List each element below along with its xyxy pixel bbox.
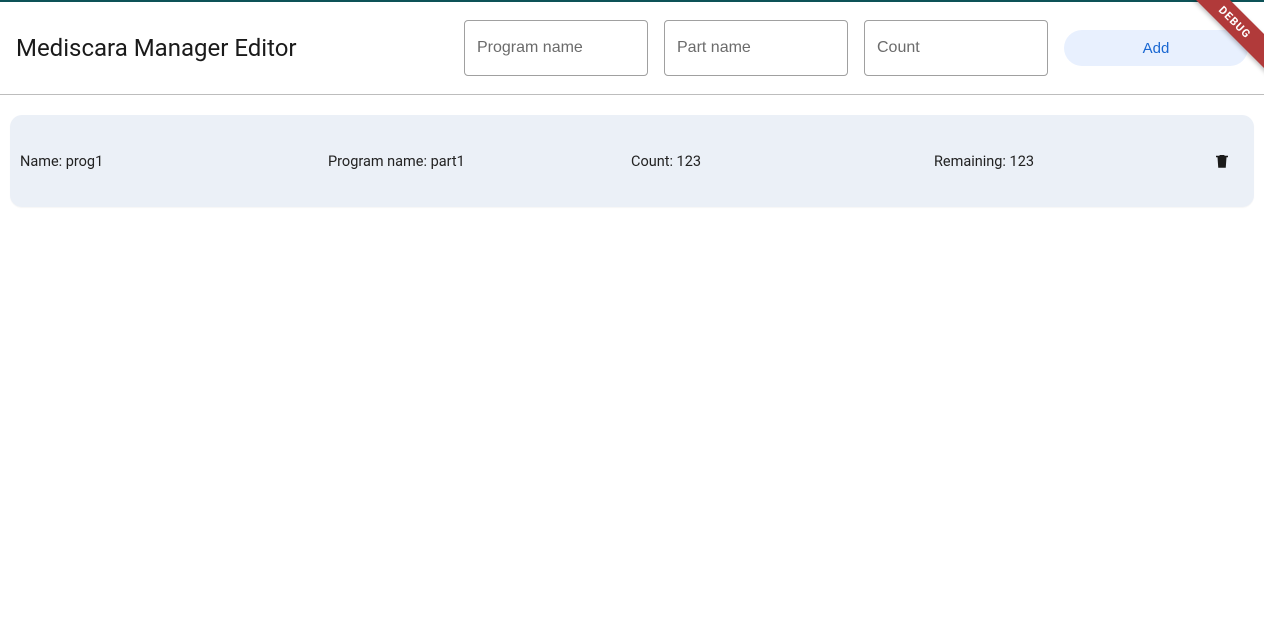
part-name-input[interactable] xyxy=(664,20,848,76)
row-program-label: Program name: part1 xyxy=(328,153,623,170)
header-bar: Mediscara Manager Editor Add xyxy=(0,2,1264,95)
app-title: Mediscara Manager Editor xyxy=(16,34,297,62)
content-area: Name: prog1 Program name: part1 Count: 1… xyxy=(0,95,1264,227)
trash-icon xyxy=(1213,151,1231,171)
count-input[interactable] xyxy=(864,20,1048,76)
row-name-label: Name: prog1 xyxy=(20,153,320,170)
row-count-label: Count: 123 xyxy=(631,153,926,170)
delete-button[interactable] xyxy=(1208,147,1236,175)
program-name-input[interactable] xyxy=(464,20,648,76)
add-button[interactable]: Add xyxy=(1064,30,1248,66)
list-item: Name: prog1 Program name: part1 Count: 1… xyxy=(10,115,1254,207)
row-remaining-label: Remaining: 123 xyxy=(934,153,1200,170)
input-row: Add xyxy=(464,20,1248,76)
